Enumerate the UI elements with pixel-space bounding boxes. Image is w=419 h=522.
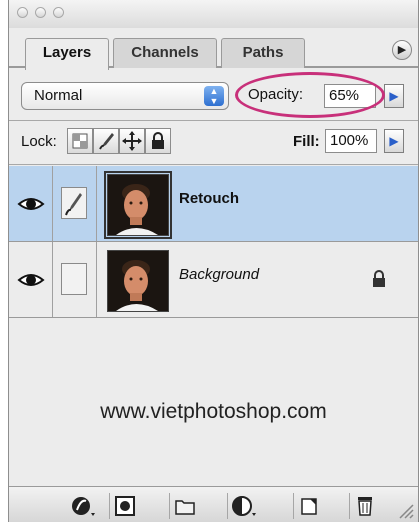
bottom-toolbar [9, 486, 418, 522]
layer-name[interactable]: Background [179, 266, 259, 283]
adjustment-layer-button[interactable] [227, 493, 257, 519]
layers-palette: Layers Channels Paths ▶ Normal ▲ ▼ Opacit… [8, 0, 419, 522]
eye-icon [17, 274, 45, 286]
mask-icon [115, 496, 135, 516]
watermark-text: www.vietphotoshop.com [100, 400, 327, 423]
layer-thumbnail[interactable] [107, 250, 169, 312]
fill-label: Fill: [293, 133, 320, 150]
delete-layer-button[interactable] [349, 493, 379, 519]
fill-slider-button[interactable]: ▶ [384, 129, 404, 153]
lock-label: Lock: [21, 133, 57, 150]
visibility-toggle[interactable] [9, 166, 53, 241]
trash-icon [358, 497, 372, 516]
lock-image-button[interactable] [93, 128, 119, 154]
layer-style-button[interactable] [67, 493, 97, 519]
add-mask-button[interactable] [109, 493, 139, 519]
layer-link-cell[interactable] [53, 166, 97, 241]
zoom-window-button[interactable] [53, 7, 64, 18]
layer-row-retouch[interactable]: Retouch [9, 166, 418, 242]
layer-lock-icon [373, 270, 385, 287]
lock-position-button[interactable] [119, 128, 145, 154]
resize-grip-icon[interactable] [396, 501, 414, 519]
divider [9, 164, 418, 165]
opacity-slider-button[interactable]: ▶ [384, 84, 404, 108]
layer-link-cell[interactable] [53, 242, 97, 317]
fill-input[interactable]: 100% [325, 129, 377, 153]
fx-icon [72, 497, 95, 516]
new-group-button[interactable] [169, 493, 199, 519]
lock-icon [152, 132, 164, 149]
tab-channels[interactable]: Channels [113, 38, 217, 68]
checker-icon [72, 133, 88, 149]
new-layer-button[interactable] [293, 493, 323, 519]
folder-icon [175, 500, 195, 515]
tab-layers[interactable]: Layers [25, 38, 109, 70]
layer-thumbnail[interactable] [104, 171, 172, 239]
eye-icon [17, 198, 45, 210]
brush-icon [99, 133, 114, 150]
portrait-image-icon [108, 175, 168, 235]
new-layer-icon [301, 498, 317, 515]
portrait-image-icon [108, 251, 168, 311]
palette-menu-button[interactable]: ▶ [392, 40, 412, 60]
visibility-toggle[interactable] [9, 242, 53, 317]
lock-all-button[interactable] [145, 128, 171, 154]
move-icon [122, 131, 142, 151]
half-circle-icon [232, 496, 256, 516]
blend-mode-select[interactable]: Normal ▲ ▼ [21, 82, 229, 110]
divider [9, 120, 418, 121]
opacity-highlight-ellipse [235, 72, 385, 118]
title-bar[interactable] [9, 0, 418, 28]
layers-list: Retouch Background [9, 166, 418, 488]
brush-icon [65, 193, 82, 216]
close-window-button[interactable] [17, 7, 28, 18]
tab-paths[interactable]: Paths [221, 38, 305, 68]
blend-mode-value: Normal [34, 87, 83, 104]
layer-row-background[interactable]: Background [9, 242, 418, 318]
tab-bar: Layers Channels Paths ▶ [9, 28, 418, 70]
minimize-window-button[interactable] [35, 7, 46, 18]
lock-transparency-button[interactable] [67, 128, 93, 154]
layer-name[interactable]: Retouch [179, 190, 239, 207]
stepper-arrows-icon: ▲ ▼ [204, 86, 224, 106]
